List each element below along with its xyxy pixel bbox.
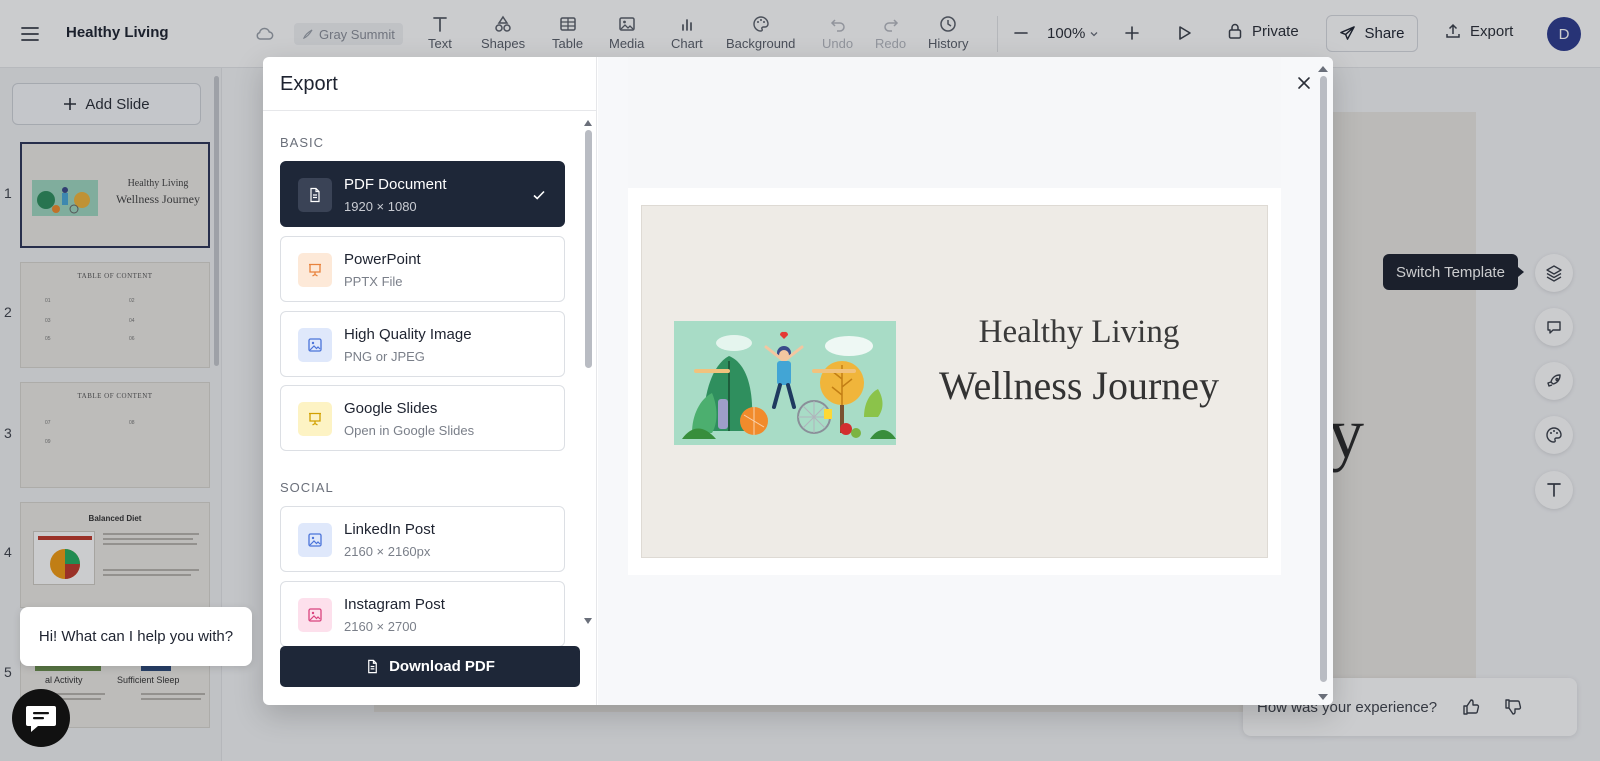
chat-launcher-button[interactable]	[12, 689, 70, 747]
section-label-social: SOCIAL	[280, 480, 334, 495]
option-sub: 1920 × 1080	[344, 199, 417, 214]
export-option-instagram[interactable]: Instagram Post 2160 × 2700	[280, 581, 565, 647]
check-icon	[530, 186, 548, 204]
preview-title-line2: Wellness Journey	[938, 363, 1220, 408]
export-dialog: Export BASIC PDF Document 1920 × 1080 Po…	[263, 57, 1333, 705]
preview-top-area	[628, 57, 1281, 188]
chat-icon	[26, 706, 56, 732]
download-button[interactable]: Download PDF	[280, 646, 580, 687]
scroll-down-arrow-icon[interactable]	[583, 613, 593, 631]
dialog-title: Export	[280, 73, 338, 95]
presentation-icon	[298, 402, 332, 436]
preview-slide: Healthy Living Wellness Journey	[641, 205, 1268, 558]
section-label-basic: BASIC	[280, 135, 325, 150]
document-icon	[368, 659, 377, 674]
option-sub: Open in Google Slides	[344, 423, 475, 438]
chat-greeting-bubble[interactable]: Hi! What can I help you with?	[20, 607, 252, 666]
export-options-panel: Export BASIC PDF Document 1920 × 1080 Po…	[263, 57, 597, 705]
export-options-list: BASIC PDF Document 1920 × 1080 PowerPoin…	[263, 111, 583, 685]
option-name: PDF Document	[344, 176, 447, 193]
export-option-pdf[interactable]: PDF Document 1920 × 1080	[280, 161, 565, 227]
presentation-icon	[298, 253, 332, 287]
wellness-illustration	[674, 321, 896, 445]
option-sub: 2160 × 2700	[344, 619, 417, 634]
image-icon	[298, 523, 332, 557]
download-label: Download PDF	[389, 658, 495, 675]
export-option-image[interactable]: High Quality Image PNG or JPEG	[280, 311, 565, 377]
option-name: Instagram Post	[344, 596, 445, 613]
image-icon	[298, 598, 332, 632]
preview-scroll-down-icon[interactable]	[1317, 689, 1329, 705]
option-name: PowerPoint	[344, 251, 421, 268]
option-sub: 2160 × 2160px	[344, 544, 431, 559]
chat-greeting: Hi! What can I help you with?	[38, 628, 234, 645]
preview-scrollbar-thumb[interactable]	[1320, 76, 1327, 682]
export-option-google-slides[interactable]: Google Slides Open in Google Slides	[280, 385, 565, 451]
image-icon	[298, 328, 332, 362]
option-sub: PNG or JPEG	[344, 349, 425, 364]
document-icon	[298, 178, 332, 212]
option-name: LinkedIn Post	[344, 521, 435, 538]
export-option-pptx[interactable]: PowerPoint PPTX File	[280, 236, 565, 302]
option-name: Google Slides	[344, 400, 438, 417]
export-option-linkedin[interactable]: LinkedIn Post 2160 × 2160px	[280, 506, 565, 572]
options-scrollbar-thumb[interactable]	[585, 130, 592, 368]
option-sub: PPTX File	[344, 274, 403, 289]
close-icon[interactable]	[1294, 73, 1314, 93]
option-name: High Quality Image	[344, 326, 472, 343]
export-preview-panel: Healthy Living Wellness Journey	[598, 57, 1333, 705]
preview-title-line1: Healthy Living	[978, 314, 1180, 350]
